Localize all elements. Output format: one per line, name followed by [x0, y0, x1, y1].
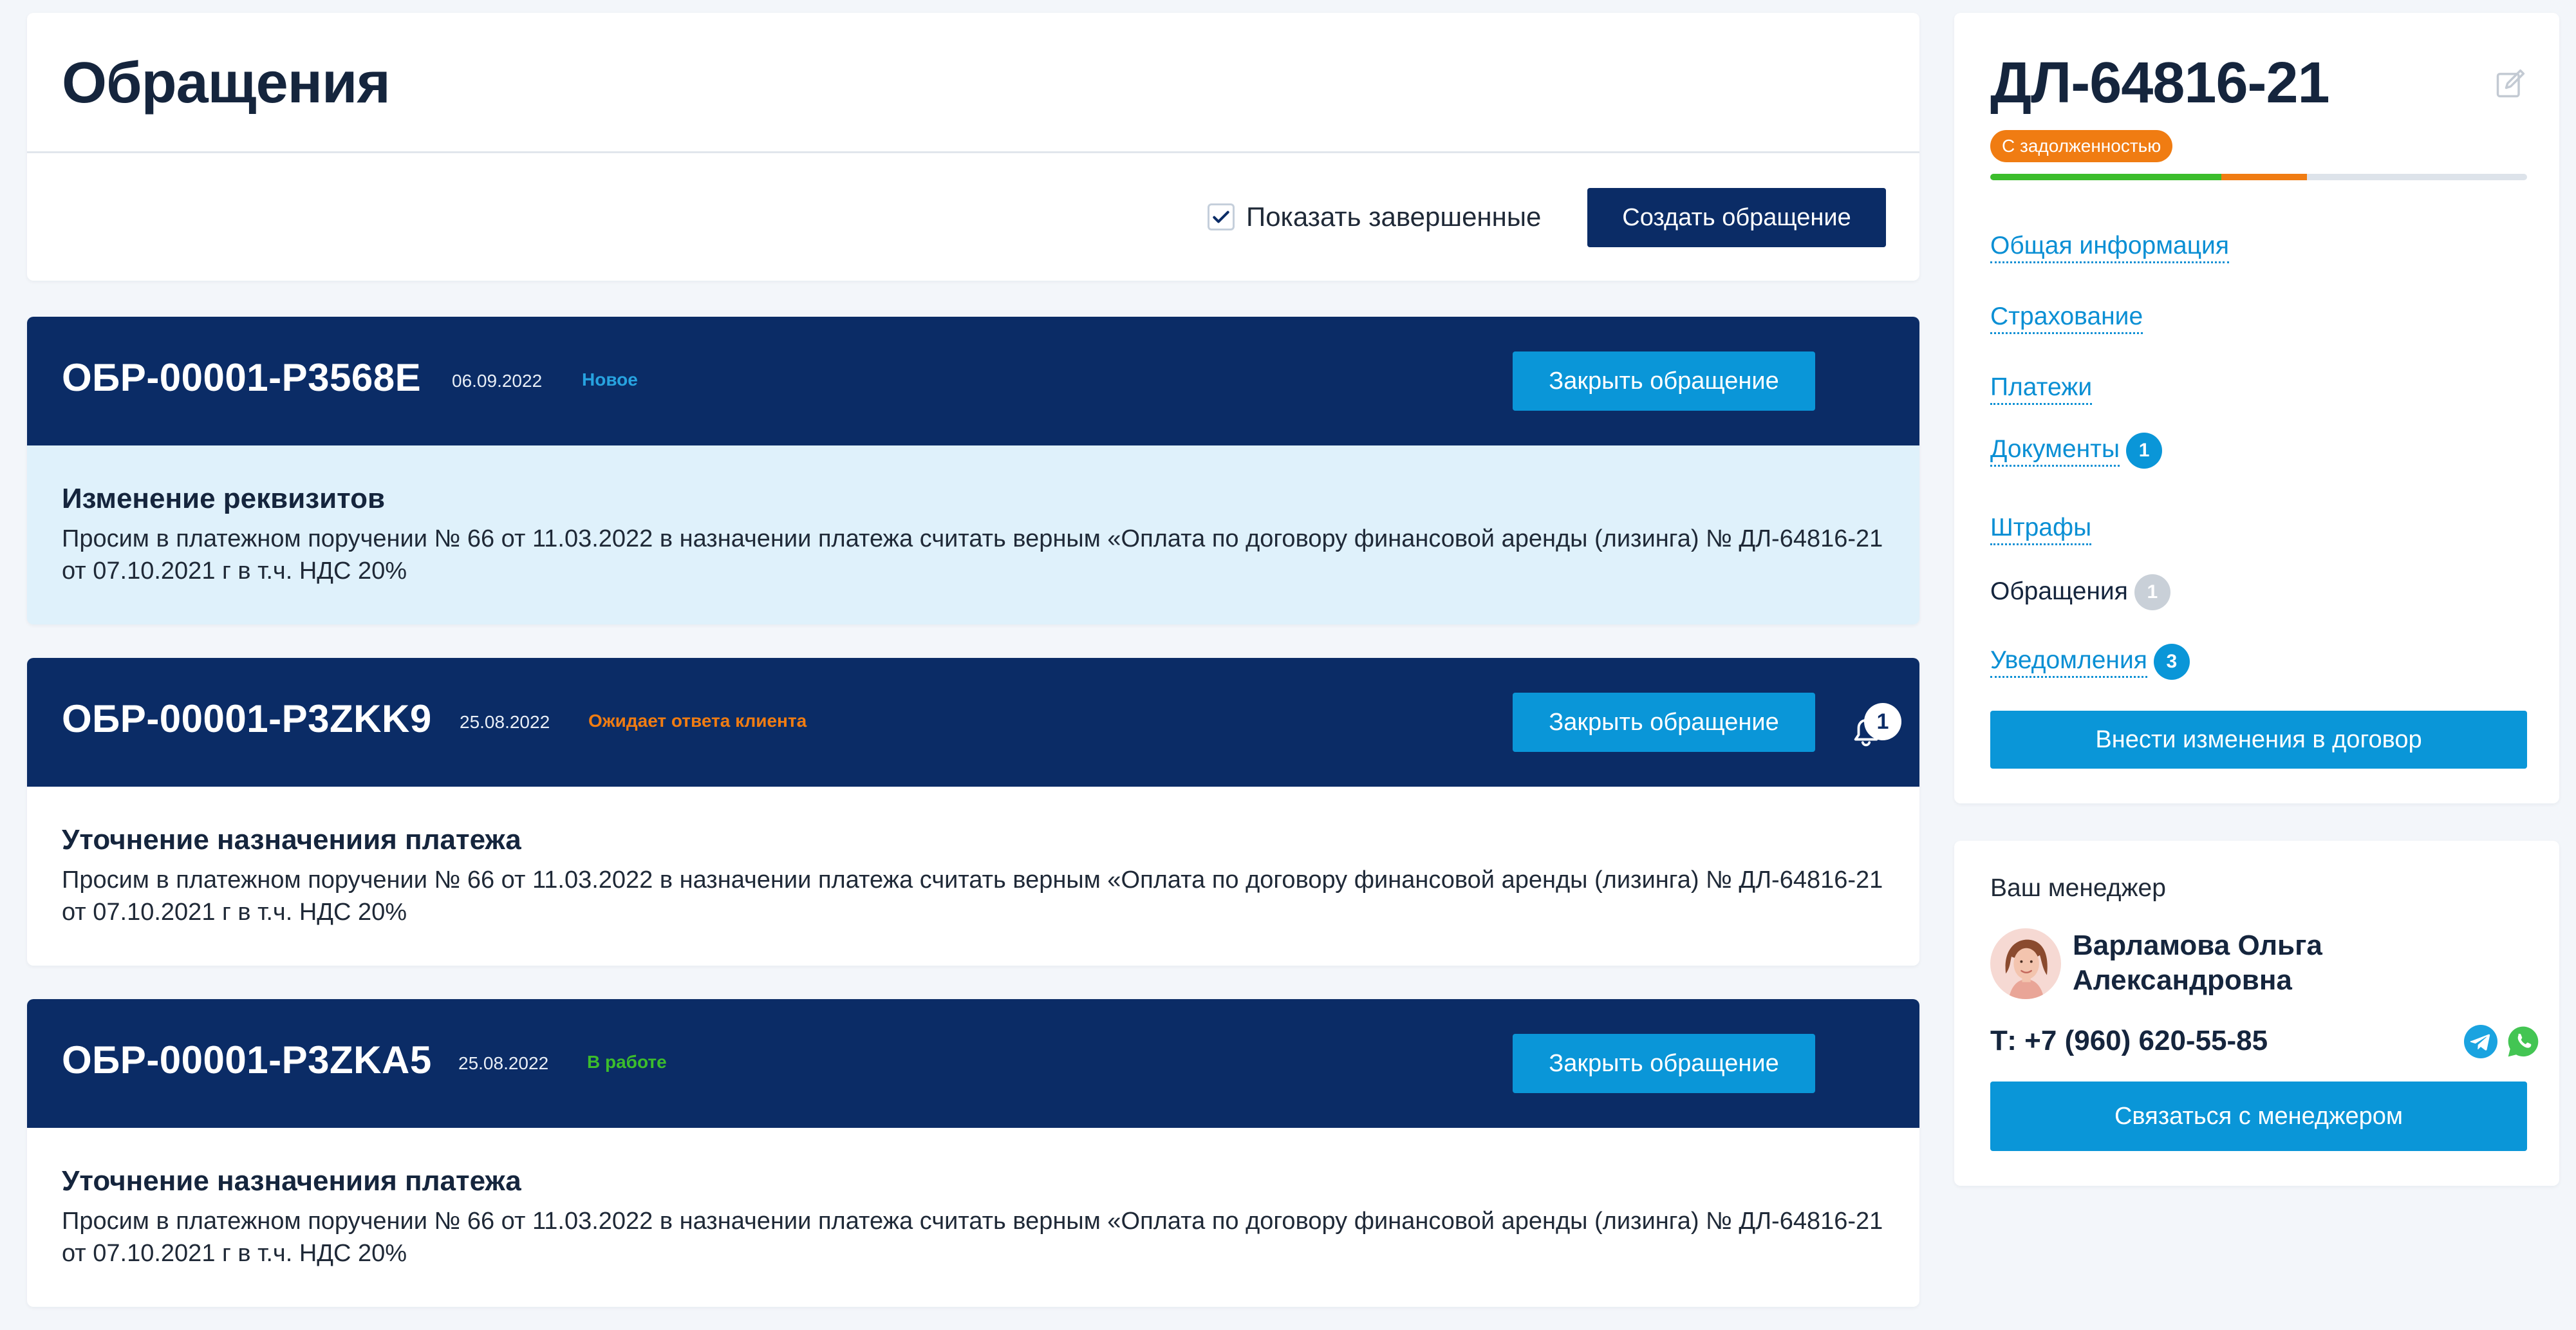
whatsapp-icon[interactable] [2505, 1024, 2541, 1060]
page-title: Обращения [62, 51, 391, 115]
nav-item-label: Общая информация [1990, 232, 2229, 263]
checkbox-box[interactable] [1208, 203, 1235, 230]
ticket-id: ОБР-00001-Р3ZKK9 [62, 697, 432, 740]
ticket-header: ОБР-00001-Р3ZKA5 25.08.2022 В работе Зак… [27, 999, 1919, 1128]
ticket-body: Просим в платежном поручении № 66 от 11.… [62, 866, 1883, 926]
ticket-date: 25.08.2022 [458, 1053, 549, 1073]
ticket-body: Просим в платежном поручении № 66 от 11.… [62, 525, 1883, 585]
nav-item-label: Уведомления [1990, 646, 2147, 678]
ticket-status: В работе [587, 1052, 667, 1072]
ticket-card: ОБР-00001-Р3ZKA5 25.08.2022 В работе Зак… [27, 999, 1919, 1307]
notifications-bell-button[interactable]: 1 [1847, 703, 1901, 752]
manager-name: Варламова Ольга Александровна [2073, 930, 2322, 996]
telegram-icon[interactable] [2464, 1025, 2497, 1058]
appeals-header-panel: Обращения Показать завершенные Создать о… [27, 13, 1919, 281]
nav-item-insurance[interactable]: Страхование [1990, 303, 2143, 334]
show-completed-checkbox[interactable]: Показать завершенные [1208, 201, 1541, 232]
nav-item-general-info[interactable]: Общая информация [1990, 232, 2229, 263]
manager-panel: Ваш менеджер Варламова Ольга Александров… [1954, 841, 2559, 1186]
ticket-subject: Уточнение назначениия платежа [62, 1165, 521, 1197]
ticket-date: 25.08.2022 [460, 712, 550, 732]
progress-overdue-segment [2221, 174, 2308, 180]
ticket-subject: Изменение реквизитов [62, 483, 386, 514]
nav-item-count-badge: 1 [2126, 433, 2163, 469]
nav-item-label: Обращения [1990, 577, 2128, 605]
progress-paid-segment [1990, 174, 2221, 180]
debt-status-badge: С задолженностью [1990, 130, 2173, 162]
ticket-body: Просим в платежном поручении № 66 от 11.… [62, 1208, 1883, 1267]
ticket-card: ОБР-00001-Р3ZKK9 25.08.2022 Ожидает отве… [27, 658, 1919, 966]
manager-phone: Т: +7 (960) 620-55-85 [1990, 1025, 2268, 1056]
notification-count-badge: 1 [1864, 703, 1901, 740]
manager-avatar [1990, 928, 2061, 999]
close-appeal-button[interactable]: Закрыть обращение [1513, 1034, 1815, 1093]
manager-heading: Ваш менеджер [1990, 874, 2166, 902]
contract-panel: ДЛ-64816-21 С задолженностью Общая инфор… [1954, 13, 2559, 803]
nav-item-label: Платежи [1990, 373, 2093, 405]
amend-contract-button[interactable]: Внести изменения в договор [1990, 711, 2527, 769]
ticket-subject: Уточнение назначениия платежа [62, 824, 521, 856]
checkmark-icon [1213, 211, 1229, 223]
ticket-header: ОБР-00001-Р3568Е 06.09.2022 Новое Закрыт… [27, 317, 1919, 445]
nav-item-label: Документы [1990, 435, 2120, 467]
nav-item-payments[interactable]: Платежи [1990, 373, 2093, 405]
ticket-status: Новое [582, 370, 638, 389]
nav-item-appeals[interactable]: Обращения 1 [1990, 574, 2170, 610]
nav-item-label: Страхование [1990, 303, 2143, 334]
ticket-id: ОБР-00001-Р3568Е [62, 356, 422, 399]
ticket-id: ОБР-00001-Р3ZKA5 [62, 1038, 432, 1082]
nav-item-count-badge: 3 [2153, 644, 2190, 680]
nav-item-notifications[interactable]: Уведомления 3 [1990, 644, 2190, 680]
nav-item-label: Штрафы [1990, 514, 2092, 545]
close-appeal-button[interactable]: Закрыть обращение [1513, 693, 1815, 752]
nav-item-documents[interactable]: Документы 1 [1990, 433, 2163, 469]
close-appeal-button[interactable]: Закрыть обращение [1513, 351, 1815, 411]
contact-manager-button[interactable]: Связаться с менеджером [1990, 1082, 2527, 1151]
show-completed-label: Показать завершенные [1246, 201, 1542, 232]
edit-icon[interactable] [2494, 67, 2527, 100]
ticket-header: ОБР-00001-Р3ZKK9 25.08.2022 Ожидает отве… [27, 658, 1919, 787]
contract-number: ДЛ-64816-21 [1990, 51, 2330, 115]
header-divider [27, 151, 1919, 153]
create-appeal-button[interactable]: Создать обращение [1587, 188, 1886, 247]
ticket-date: 06.09.2022 [452, 371, 543, 391]
ticket-status: Ожидает ответа клиента [588, 711, 807, 731]
nav-item-fines[interactable]: Штрафы [1990, 514, 2092, 545]
payment-progress-bar [1990, 174, 2527, 180]
nav-item-count-badge: 1 [2134, 574, 2170, 610]
ticket-card: ОБР-00001-Р3568Е 06.09.2022 Новое Закрыт… [27, 317, 1919, 624]
